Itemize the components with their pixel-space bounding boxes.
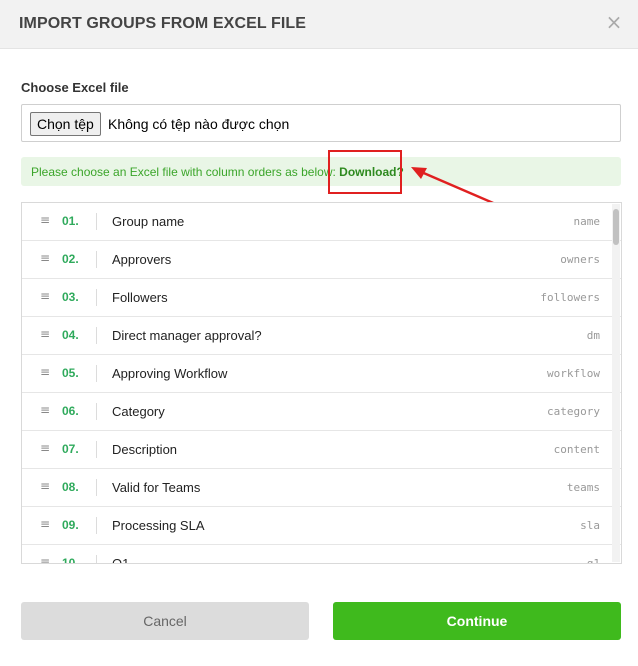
column-number: 03. <box>62 290 79 304</box>
list-item[interactable]: ≡ 07. Description content <box>22 431 621 469</box>
divider <box>96 365 97 382</box>
divider <box>96 555 97 563</box>
divider <box>96 479 97 496</box>
column-number: 06. <box>62 404 79 418</box>
file-input[interactable]: Chọn tệp Không có tệp nào được chọn <box>21 104 621 142</box>
divider <box>96 517 97 534</box>
column-key: dm <box>586 329 600 342</box>
drag-handle-icon[interactable]: ≡ <box>40 404 50 416</box>
dialog-title: IMPORT GROUPS FROM EXCEL FILE <box>19 15 307 32</box>
column-order-list[interactable]: ≡ 01. Group name name ≡ 02. Approvers owners ≡ 03… <box>21 202 622 564</box>
column-key: category <box>547 405 600 418</box>
file-status-text: Không có tệp nào được chọn <box>108 116 290 132</box>
column-label: Group name <box>112 214 185 229</box>
column-label: Processing SLA <box>112 518 205 533</box>
drag-handle-icon[interactable]: ≡ <box>40 328 50 340</box>
file-input-label: Choose Excel file <box>21 80 129 95</box>
column-label: Direct manager approval? <box>112 328 262 343</box>
list-item[interactable]: ≡ 03. Followers followers <box>22 279 621 317</box>
scrollbar-thumb[interactable] <box>613 209 619 245</box>
column-label: Approvers <box>112 252 172 267</box>
list-item[interactable]: ≡ 06. Category category <box>22 393 621 431</box>
drag-handle-icon[interactable]: ≡ <box>40 556 50 563</box>
divider <box>96 441 97 458</box>
column-label: Description <box>112 442 178 457</box>
list-item[interactable]: ≡ 01. Group name name <box>22 203 621 241</box>
notice-message: Please choose an Excel file with column … <box>31 165 340 179</box>
column-key: q1 <box>586 557 600 564</box>
drag-handle-icon[interactable]: ≡ <box>40 480 50 492</box>
column-number: 01. <box>62 214 79 228</box>
column-number: 04. <box>62 328 79 342</box>
column-number: 02. <box>62 252 79 266</box>
divider <box>96 213 97 230</box>
list-item[interactable]: ≡ 09. Processing SLA sla <box>22 507 621 545</box>
drag-handle-icon[interactable]: ≡ <box>40 290 50 302</box>
column-label: Category <box>112 404 165 419</box>
drag-handle-icon[interactable]: ≡ <box>40 518 50 530</box>
column-number: 07. <box>62 442 79 456</box>
continue-button[interactable]: Continue <box>333 602 621 640</box>
drag-handle-icon[interactable]: ≡ <box>40 214 50 226</box>
column-key: teams <box>566 481 600 494</box>
list-item[interactable]: ≡ 10. Q1 q1 <box>22 545 621 564</box>
divider <box>96 327 97 344</box>
import-groups-dialog: IMPORT GROUPS FROM EXCEL FILE × Choose E… <box>0 0 638 666</box>
column-label: Approving Workflow <box>112 366 228 381</box>
column-key: name <box>573 215 601 228</box>
choose-file-button[interactable]: Chọn tệp <box>30 112 101 136</box>
column-number: 10. <box>62 556 79 564</box>
list-item[interactable]: ≡ 05. Approving Workflow workflow <box>22 355 621 393</box>
column-label: Valid for Teams <box>112 480 201 495</box>
cancel-button[interactable]: Cancel <box>21 602 309 640</box>
download-highlight-box <box>328 150 402 194</box>
drag-handle-icon[interactable]: ≡ <box>40 252 50 264</box>
column-key: workflow <box>547 367 600 380</box>
dialog-header: IMPORT GROUPS FROM EXCEL FILE × <box>0 0 638 49</box>
column-key: owners <box>560 253 600 266</box>
divider <box>96 289 97 306</box>
column-key: sla <box>580 519 600 532</box>
column-number: 08. <box>62 480 79 494</box>
column-key: followers <box>540 291 600 304</box>
divider <box>96 251 97 268</box>
column-label: Q1 <box>112 556 130 564</box>
close-icon[interactable]: × <box>604 12 624 32</box>
column-number: 05. <box>62 366 79 380</box>
column-number: 09. <box>62 518 79 532</box>
drag-handle-icon[interactable]: ≡ <box>40 366 50 378</box>
column-key: content <box>553 443 600 456</box>
list-item[interactable]: ≡ 08. Valid for Teams teams <box>22 469 621 507</box>
drag-handle-icon[interactable]: ≡ <box>40 442 50 454</box>
column-label: Followers <box>112 290 168 305</box>
list-item[interactable]: ≡ 02. Approvers owners <box>22 241 621 279</box>
list-scrollbar[interactable] <box>612 204 620 562</box>
list-item[interactable]: ≡ 04. Direct manager approval? dm <box>22 317 621 355</box>
column-order-notice: Please choose an Excel file with column … <box>21 157 621 186</box>
divider <box>96 403 97 420</box>
